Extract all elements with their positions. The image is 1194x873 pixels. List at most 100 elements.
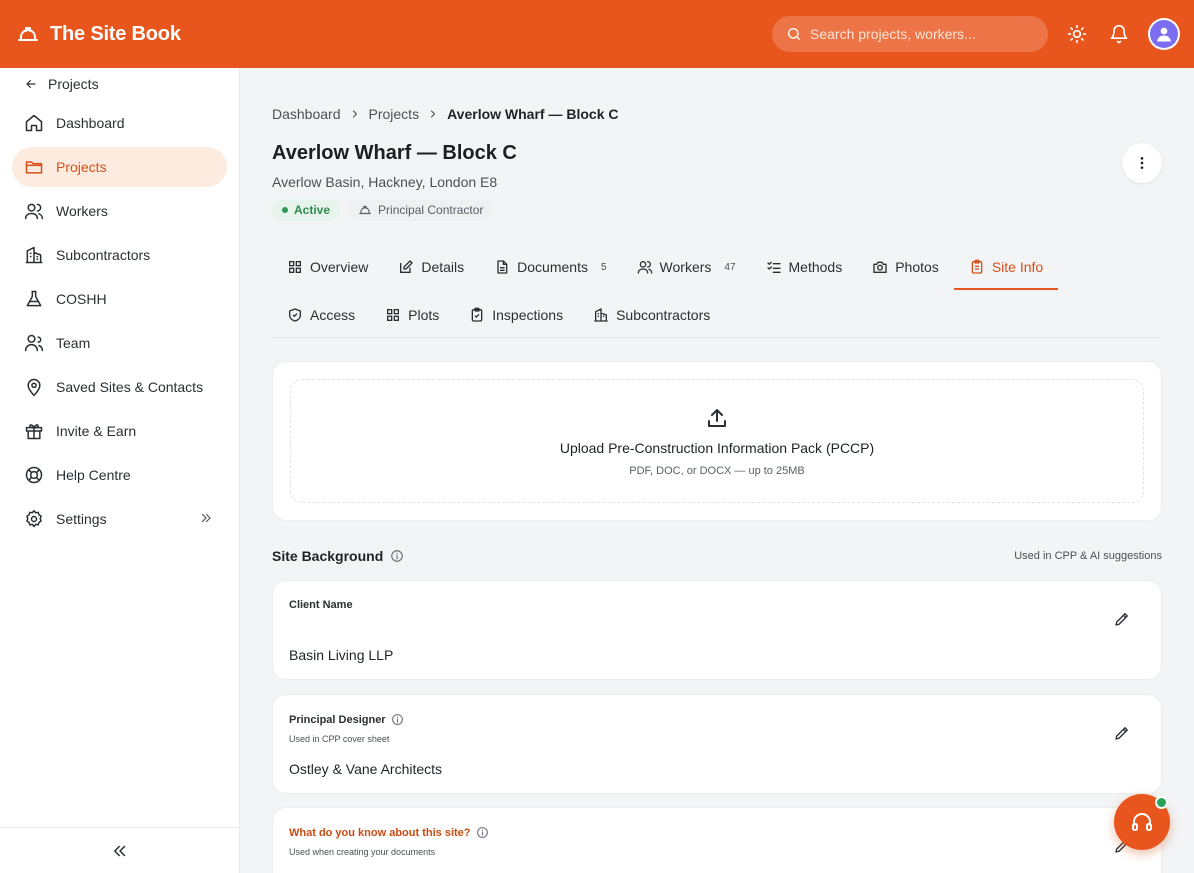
clipboard-check-icon — [469, 307, 485, 323]
tab-documents[interactable]: Documents 5 — [479, 244, 621, 290]
tab-photos[interactable]: Photos — [857, 244, 954, 290]
info-icon[interactable] — [476, 826, 489, 839]
upload-subtitle: PDF, DOC, or DOCX — up to 25MB — [629, 464, 805, 477]
sidebar-item-dashboard[interactable]: Dashboard — [12, 103, 227, 143]
search-input[interactable] — [810, 26, 1030, 42]
client-name-card: Client Name Basin Living LLP — [272, 580, 1162, 680]
user-avatar[interactable] — [1148, 18, 1180, 50]
info-icon[interactable] — [391, 713, 404, 726]
field-label: Client Name — [289, 599, 353, 611]
sidebar-item-label: Help Centre — [56, 467, 131, 483]
site-background-header: Site Background Used in CPP & AI suggest… — [272, 548, 1162, 564]
tab-details[interactable]: Details — [383, 244, 479, 290]
upload-title: Upload Pre-Construction Information Pack… — [559, 439, 875, 456]
top-bar: The Site Book — [0, 0, 1194, 68]
section-note: Used in CPP & AI suggestions — [1014, 550, 1162, 562]
users-icon — [24, 201, 44, 221]
sidebar-item-projects[interactable]: Projects — [12, 147, 227, 187]
tab-label: Access — [310, 307, 356, 323]
sidebar-item-workers[interactable]: Workers — [12, 191, 227, 231]
building-icon — [24, 245, 44, 265]
tab-row: Overview Details Documents 5 Workers 47 … — [272, 244, 1162, 290]
sidebar-item-label: Team — [56, 335, 91, 351]
sun-icon — [1067, 24, 1087, 44]
breadcrumb-dashboard[interactable]: Dashboard — [272, 106, 341, 122]
tab-label: Subcontractors — [616, 307, 711, 323]
sidebar-nav: Dashboard Projects Workers Subcontractor… — [0, 103, 239, 539]
sidebar: Projects Dashboard Projects Workers Subc… — [0, 68, 240, 873]
support-chat-button[interactable] — [1114, 794, 1170, 850]
chevrons-left-icon — [111, 842, 129, 860]
back-link-label: Projects — [48, 76, 99, 92]
role-badge: Principal Contractor — [348, 199, 494, 221]
tab-label: Details — [421, 259, 465, 275]
workers-count: 47 — [724, 261, 736, 273]
tab-label: Documents — [517, 259, 588, 275]
tab-site-info[interactable]: Site Info — [953, 244, 1059, 290]
field-label-text: Principal Designer — [289, 713, 386, 726]
upload-card: Upload Pre-Construction Information Pack… — [272, 361, 1162, 521]
sidebar-item-label: Settings — [56, 511, 107, 527]
building-icon — [593, 307, 609, 323]
tab-label: Site Info — [991, 259, 1044, 275]
sidebar-item-label: Invite & Earn — [56, 423, 137, 439]
search-box[interactable] — [772, 16, 1048, 52]
sidebar-item-settings[interactable]: Settings — [12, 499, 227, 539]
tab-plots[interactable]: Plots — [370, 292, 454, 338]
sidebar-item-label: Saved Sites & Contacts — [56, 379, 204, 395]
field-label-text: Client Name — [289, 599, 353, 611]
project-tabs: Overview Details Documents 5 Workers 47 … — [272, 244, 1162, 338]
sidebar-item-help[interactable]: Help Centre — [12, 455, 227, 495]
tab-label: Inspections — [492, 307, 564, 323]
field-label-text: What do you know about this site? — [289, 826, 471, 839]
theme-toggle-button[interactable] — [1064, 21, 1090, 47]
tab-overview[interactable]: Overview — [272, 244, 383, 290]
edit-icon — [398, 259, 414, 275]
chevron-right-icon — [427, 108, 439, 120]
sidebar-item-label: Dashboard — [56, 115, 125, 131]
sidebar-item-team[interactable]: Team — [12, 323, 227, 363]
camera-icon — [872, 259, 888, 275]
principal-designer-value: Ostley & Vane Architects — [289, 761, 443, 777]
status-dot — [282, 207, 288, 213]
pencil-icon[interactable] — [1113, 724, 1131, 742]
folder-icon — [24, 157, 44, 177]
sidebar-item-label: Subcontractors — [56, 247, 151, 263]
tab-subcontractors[interactable]: Subcontractors — [578, 292, 725, 338]
tab-workers[interactable]: Workers 47 — [622, 244, 751, 290]
search-icon — [786, 26, 802, 42]
status-label: Active — [294, 203, 331, 217]
more-options-button[interactable] — [1122, 143, 1162, 183]
notifications-button[interactable] — [1106, 21, 1132, 47]
client-name-value: Basin Living LLP — [289, 647, 394, 663]
bell-icon — [1109, 24, 1129, 44]
map-pin-icon — [24, 377, 44, 397]
sidebar-item-invite[interactable]: Invite & Earn — [12, 411, 227, 451]
team-icon — [24, 333, 44, 353]
document-icon — [494, 259, 510, 275]
tab-inspections[interactable]: Inspections — [454, 292, 578, 338]
tab-access[interactable]: Access — [272, 292, 370, 338]
back-to-projects-link[interactable]: Projects — [0, 69, 239, 99]
site-knowledge-card: What do you know about this site? Used w… — [272, 807, 1162, 873]
brand[interactable]: The Site Book — [16, 22, 181, 46]
section-title: Site Background — [272, 548, 384, 564]
more-vertical-icon — [1134, 155, 1150, 171]
sidebar-item-subcontractors[interactable]: Subcontractors — [12, 235, 227, 275]
pccp-upload-dropzone[interactable]: Upload Pre-Construction Information Pack… — [290, 379, 1144, 503]
project-address: Averlow Basin, Hackney, London E8 — [272, 174, 498, 190]
principal-designer-card: Principal Designer Used in CPP cover she… — [272, 694, 1162, 794]
tab-methods[interactable]: Methods — [751, 244, 858, 290]
sidebar-item-coshh[interactable]: COSHH — [12, 279, 227, 319]
tab-label: Plots — [408, 307, 440, 323]
headset-icon — [1130, 810, 1154, 834]
breadcrumb-projects[interactable]: Projects — [369, 106, 420, 122]
hard-hat-icon — [16, 22, 40, 46]
checklist-icon — [766, 259, 782, 275]
info-icon[interactable] — [390, 549, 404, 563]
pencil-icon[interactable] — [1113, 610, 1131, 628]
status-badge: Active — [272, 199, 341, 221]
collapse-sidebar-button[interactable] — [0, 827, 240, 873]
sidebar-item-saved-sites[interactable]: Saved Sites & Contacts — [12, 367, 227, 407]
chevrons-right-icon[interactable] — [199, 511, 213, 525]
